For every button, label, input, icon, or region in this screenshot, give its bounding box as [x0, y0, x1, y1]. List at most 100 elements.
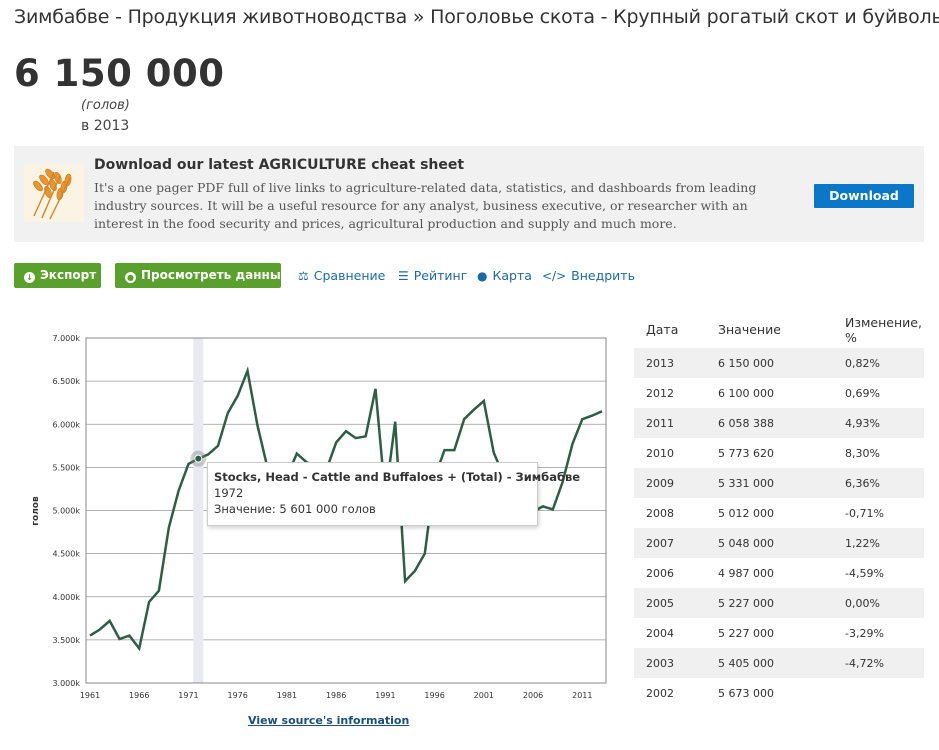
table-row: 2003 5 405 000 -4,72% [634, 648, 924, 678]
y-tick-label: 3.500k [52, 636, 80, 645]
table-row: 2011 6 058 388 4,93% [634, 408, 924, 438]
tooltip-title: Stocks, Head - Cattle and Buffaloes + (T… [214, 470, 581, 484]
row-change: 8,30% [845, 447, 880, 460]
y-tick-label: 7.000k [52, 334, 80, 343]
row-change: -4,72% [845, 657, 884, 670]
row-value: 5 048 000 [718, 537, 774, 550]
row-value: 5 405 000 [718, 657, 774, 670]
row-date: 2006 [646, 567, 674, 580]
row-date: 2008 [646, 507, 674, 520]
row-date: 2002 [646, 687, 674, 700]
row-change: -0,71% [845, 507, 884, 520]
table-row: 2010 5 773 620 8,30% [634, 438, 924, 468]
y-axis-ticks: 3.000k 3.500k 4.000k 4.500k 5.000k 5.500k 6.00… [52, 334, 80, 688]
map-label: Карта [492, 268, 532, 283]
row-value: 6 100 000 [718, 387, 774, 400]
y-tick-label: 3.000k [52, 679, 80, 688]
y-axis-label: голов [31, 496, 41, 526]
list-icon: ☰ [398, 269, 409, 283]
row-change: 0,82% [845, 357, 880, 370]
compare-link[interactable]: ⚖ Сравнение [298, 268, 385, 283]
eye-icon: ● [125, 272, 136, 283]
chart-tooltip: Stocks, Head - Cattle and Buffaloes + (T… [207, 462, 581, 526]
x-tick-label: 1966 [129, 691, 149, 700]
table-row: 2005 5 227 000 0,00% [634, 588, 924, 618]
x-tick-label: 1996 [424, 691, 444, 700]
row-date: 2007 [646, 537, 674, 550]
promo-banner: Download our latest AGRICULTURE cheat sh… [14, 146, 924, 242]
row-value: 6 150 000 [718, 357, 774, 370]
table-row: 2006 4 987 000 -4,59% [634, 558, 924, 588]
row-date: 2009 [646, 477, 674, 490]
row-value: 5 012 000 [718, 507, 774, 520]
embed-label: Внедрить [571, 268, 635, 283]
x-tick-label: 2001 [474, 691, 494, 700]
row-value: 5 227 000 [718, 597, 774, 610]
table-row: 2002 5 673 000 [634, 678, 924, 708]
banner-text: It's a one pager PDF full of live links … [94, 180, 757, 231]
table-row: 2007 5 048 000 1,22% [634, 528, 924, 558]
table-header: Дата Значение Изменение, % [634, 312, 924, 348]
row-date: 2011 [646, 417, 674, 430]
export-label: Экспорт [40, 268, 97, 282]
tooltip-value: Значение: 5 601 000 голов [214, 502, 376, 516]
x-tick-label: 1961 [80, 691, 100, 700]
x-tick-label: 1971 [178, 691, 198, 700]
banner-title: Download our latest AGRICULTURE cheat sh… [94, 157, 465, 173]
row-change: 0,69% [845, 387, 880, 400]
y-tick-label: 4.500k [52, 550, 80, 559]
highlight-band [193, 338, 204, 683]
table-row: 2013 6 150 000 0,82% [634, 348, 924, 378]
row-change: -3,29% [845, 627, 884, 640]
date-header[interactable]: Дата [646, 322, 678, 337]
row-date: 2010 [646, 447, 674, 460]
table-row: 2012 6 100 000 0,69% [634, 378, 924, 408]
compare-label: Сравнение [313, 268, 386, 283]
code-icon: </> [542, 269, 567, 283]
y-tick-label: 5.500k [52, 463, 80, 472]
row-date: 2012 [646, 387, 674, 400]
x-tick-label: 1976 [228, 691, 248, 700]
x-tick-label: 1981 [277, 691, 297, 700]
year-label: в 2013 [81, 118, 130, 134]
table-row: 2008 5 012 000 -0,71% [634, 498, 924, 528]
row-value: 4 987 000 [718, 567, 774, 580]
download-circle-icon: ↓ [24, 272, 35, 283]
row-value: 5 227 000 [718, 627, 774, 640]
export-button[interactable]: ↓ Экспорт [14, 263, 101, 288]
row-change: 6,36% [845, 477, 880, 490]
tooltip-year: 1972 [214, 486, 244, 500]
row-change: 1,22% [845, 537, 880, 550]
table-body: 2013 6 150 000 0,82% 2012 6 100 000 0,69% 2011… [634, 348, 924, 708]
x-tick-label: 1991 [375, 691, 395, 700]
map-link[interactable]: ● Карта [477, 268, 532, 283]
x-tick-label: 2006 [523, 691, 543, 700]
y-tick-label: 5.000k [52, 507, 80, 516]
rating-link[interactable]: ☰ Рейтинг [398, 268, 467, 283]
row-value: 5 331 000 [718, 477, 774, 490]
y-tick-label: 6.000k [52, 420, 80, 429]
row-change: 4,93% [845, 417, 880, 430]
hover-marker [190, 450, 207, 467]
table-row: 2004 5 227 000 -3,29% [634, 618, 924, 648]
row-date: 2005 [646, 597, 674, 610]
unit-label: (голов) [81, 98, 130, 113]
x-axis-ticks: 1961 1966 1971 1976 1981 1986 1991 1996 2001 2006… [80, 691, 593, 700]
y-tick-label: 6.500k [52, 377, 80, 386]
row-date: 2013 [646, 357, 674, 370]
download-button[interactable]: Download [814, 184, 914, 208]
embed-link[interactable]: </> Внедрить [542, 268, 635, 283]
row-value: 5 773 620 [718, 447, 774, 460]
globe-icon: ● [477, 269, 488, 283]
row-change: 0,00% [845, 597, 880, 610]
data-table: Дата Значение Изменение, % 2013 6 150 000… [634, 312, 924, 708]
row-value: 6 058 388 [718, 417, 774, 430]
value-header[interactable]: Значение [718, 322, 781, 337]
x-tick-label: 1986 [326, 691, 346, 700]
change-header[interactable]: Изменение, % [845, 315, 925, 345]
scales-icon: ⚖ [298, 269, 309, 283]
rating-label: Рейтинг [413, 268, 468, 283]
row-date: 2003 [646, 657, 674, 670]
source-info-link[interactable]: View source's information [248, 714, 409, 727]
view-data-button[interactable]: ● Просмотреть данные [115, 263, 289, 288]
